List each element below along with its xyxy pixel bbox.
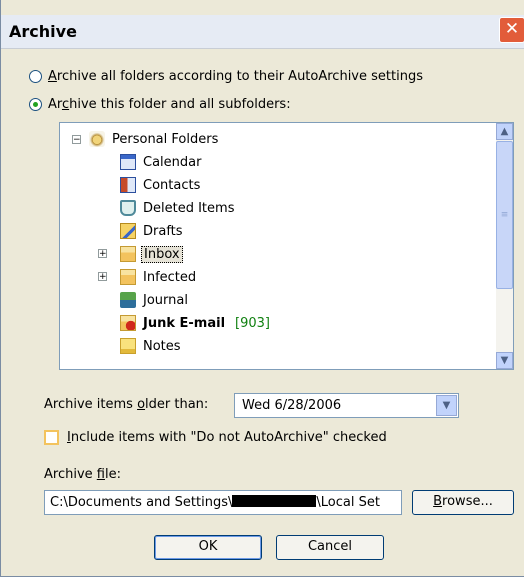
archive-file-input[interactable]: C:\Documents and Settings\ \Local Set bbox=[44, 490, 402, 515]
include-no-autoarchive-label: Include items with "Do not AutoArchive" … bbox=[67, 430, 387, 445]
archive-this-option[interactable]: Archive this folder and all subfolders: bbox=[29, 97, 291, 112]
tree-item-label: Calendar bbox=[143, 154, 202, 170]
archive-dialog: Archive ✕ Archive all folders according … bbox=[0, 0, 524, 577]
archive-all-radio[interactable] bbox=[29, 70, 42, 83]
include-no-autoarchive-checkbox[interactable] bbox=[44, 430, 59, 445]
scroll-up-icon[interactable]: ▲ bbox=[496, 123, 513, 140]
browse-button[interactable]: Browse... bbox=[412, 490, 514, 515]
title-bar: Archive ✕ bbox=[1, 15, 524, 49]
redacted-block bbox=[232, 495, 317, 507]
tree-item-drafts[interactable]: Drafts bbox=[120, 220, 185, 242]
tree-item-label: Contacts bbox=[143, 177, 201, 193]
ok-button[interactable]: OK bbox=[154, 535, 262, 560]
unread-count: [903] bbox=[235, 315, 270, 331]
folder-tree[interactable]: − Personal Folders Calendar Contacts Del… bbox=[59, 122, 514, 370]
tree-item-infected[interactable]: + Infected bbox=[98, 266, 198, 288]
archive-date-combo[interactable]: Wed 6/28/2006 ▼ bbox=[234, 393, 459, 418]
expand-icon[interactable]: + bbox=[98, 249, 107, 259]
folder-icon bbox=[120, 269, 136, 285]
tree-item-label: Journal bbox=[143, 292, 188, 308]
archive-all-label: Archive all folders according to their A… bbox=[48, 69, 423, 84]
scroll-down-icon[interactable]: ▼ bbox=[496, 352, 513, 369]
scroll-thumb[interactable]: ≡ bbox=[496, 141, 513, 289]
tree-root-label: Personal Folders bbox=[112, 131, 219, 147]
tree-item-journal[interactable]: Journal bbox=[120, 289, 190, 311]
tree-item-label: Junk E-mail bbox=[143, 315, 226, 331]
drafts-icon bbox=[120, 223, 136, 239]
tree-item-label: Deleted Items bbox=[143, 200, 235, 216]
archive-file-value: C:\Documents and Settings\ \Local Set bbox=[50, 495, 380, 510]
archive-all-option[interactable]: Archive all folders according to their A… bbox=[29, 69, 423, 84]
tree-item-deleted-items[interactable]: Deleted Items bbox=[120, 197, 236, 219]
close-button[interactable]: ✕ bbox=[499, 17, 524, 43]
cancel-button[interactable]: Cancel bbox=[276, 535, 384, 560]
archive-this-label: Archive this folder and all subfolders: bbox=[48, 97, 291, 112]
tree-item-label: Notes bbox=[143, 338, 181, 354]
archive-older-label: Archive items older than: bbox=[44, 397, 209, 412]
contacts-icon bbox=[120, 177, 136, 193]
archive-this-radio[interactable] bbox=[29, 98, 42, 111]
archive-file-label: Archive file: bbox=[44, 467, 121, 482]
tree-item-junk-email[interactable]: Junk E-mail [903] bbox=[120, 312, 270, 334]
tree-item-contacts[interactable]: Contacts bbox=[120, 174, 202, 196]
journal-icon bbox=[120, 292, 136, 308]
tree-item-label: Drafts bbox=[143, 223, 183, 239]
expand-icon[interactable]: + bbox=[98, 272, 107, 282]
tree-item-label: Inbox bbox=[141, 245, 183, 263]
tree-scrollbar[interactable]: ▲ ≡ ▼ bbox=[496, 123, 513, 369]
calendar-icon bbox=[120, 154, 136, 170]
tree-item-label: Infected bbox=[143, 269, 197, 285]
junk-email-icon bbox=[120, 315, 136, 331]
archive-date-value: Wed 6/28/2006 bbox=[242, 398, 342, 413]
collapse-icon[interactable]: − bbox=[72, 134, 81, 144]
tree-item-notes[interactable]: Notes bbox=[120, 335, 183, 357]
deleted-items-icon bbox=[120, 200, 136, 216]
notes-icon bbox=[120, 338, 136, 354]
personal-folders-icon bbox=[89, 131, 105, 147]
inbox-icon bbox=[120, 246, 136, 262]
tree-root[interactable]: − Personal Folders bbox=[72, 128, 220, 150]
tree-item-calendar[interactable]: Calendar bbox=[120, 151, 203, 173]
chevron-down-icon[interactable]: ▼ bbox=[436, 395, 457, 416]
dialog-title: Archive bbox=[9, 22, 77, 41]
tree-item-inbox[interactable]: + Inbox bbox=[98, 243, 183, 265]
